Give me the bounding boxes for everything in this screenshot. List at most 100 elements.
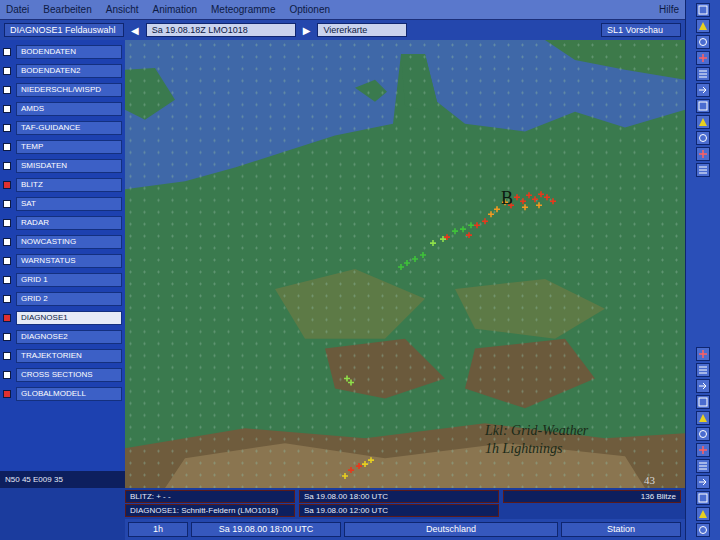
layer-row[interactable]: AMDS <box>3 100 122 117</box>
layer-label[interactable]: NOWCASTING <box>16 235 122 249</box>
tool-icon[interactable] <box>696 163 710 177</box>
layer-label[interactable]: RADAR <box>16 216 122 230</box>
tool-icon[interactable] <box>696 19 710 33</box>
layer-row[interactable]: NOWCASTING <box>3 233 122 250</box>
tool-icon[interactable] <box>696 347 710 361</box>
layer-checkbox[interactable] <box>3 162 11 170</box>
tool-icon[interactable] <box>696 459 710 473</box>
layer-checkbox[interactable] <box>3 257 11 265</box>
layer-label[interactable]: SAT <box>16 197 122 211</box>
layer-checkbox[interactable] <box>3 86 11 94</box>
tool-icon[interactable] <box>696 147 710 161</box>
tool-icon[interactable] <box>696 51 710 65</box>
preview-field[interactable]: SL1 Vorschau <box>601 23 681 37</box>
page-number: 43 <box>644 474 655 486</box>
layer-checkbox[interactable] <box>3 181 11 189</box>
layer-row[interactable]: TAF-GUIDANCE <box>3 119 122 136</box>
layer-label[interactable]: SMISDATEN <box>16 159 122 173</box>
tool-icon[interactable] <box>696 523 710 537</box>
menu-item[interactable]: Meteogramme <box>211 4 275 15</box>
layer-checkbox[interactable] <box>3 314 11 322</box>
layer-row[interactable]: CROSS SECTIONS <box>3 366 122 383</box>
help-menu[interactable]: Hilfe <box>659 4 679 15</box>
tool-icon[interactable] <box>696 427 710 441</box>
layer-label[interactable]: GLOBALMODELL <box>16 387 122 401</box>
tool-icon[interactable] <box>696 491 710 505</box>
layer-row[interactable]: SMISDATEN <box>3 157 122 174</box>
layer-row[interactable]: GRID 1 <box>3 271 122 288</box>
tool-icon[interactable] <box>696 507 710 521</box>
layer-checkbox[interactable] <box>3 333 11 341</box>
layer-row[interactable]: NIEDERSCHL/WISPD <box>3 81 122 98</box>
layer-checkbox[interactable] <box>3 219 11 227</box>
tool-icon[interactable] <box>696 67 710 81</box>
layer-label[interactable]: BODENDATEN <box>16 45 122 59</box>
layer-row[interactable]: BODENDATEN <box>3 43 122 60</box>
layer-checkbox[interactable] <box>3 200 11 208</box>
layer-row[interactable]: WARNSTATUS <box>3 252 122 269</box>
layer-label[interactable]: BODENDATEN2 <box>16 64 122 78</box>
layer-checkbox[interactable] <box>3 67 11 75</box>
tool-icon[interactable] <box>696 363 710 377</box>
field-button[interactable]: DIAGNOSE1 Feldauswahl <box>4 23 124 37</box>
menu-item[interactable]: Animation <box>153 4 197 15</box>
time-field[interactable]: Sa 19.08.18Z LMO1018 <box>146 23 296 37</box>
layer-label[interactable]: NIEDERSCHL/WISPD <box>16 83 122 97</box>
layer-label[interactable]: BLITZ <box>16 178 122 192</box>
layer-row[interactable]: SAT <box>3 195 122 212</box>
layer-checkbox[interactable] <box>3 276 11 284</box>
layer-row[interactable]: TRAJEKTORIEN <box>3 347 122 364</box>
region-field[interactable]: Deutschland <box>344 522 558 537</box>
layer-checkbox[interactable] <box>3 48 11 56</box>
layer-label[interactable]: DIAGNOSE2 <box>16 330 122 344</box>
menu-item[interactable]: Ansicht <box>106 4 139 15</box>
tool-icon[interactable] <box>696 3 710 17</box>
layer-label[interactable]: CROSS SECTIONS <box>16 368 122 382</box>
layer-checkbox[interactable] <box>3 390 11 398</box>
layer-row[interactable]: DIAGNOSE2 <box>3 328 122 345</box>
tool-icon[interactable] <box>696 475 710 489</box>
layer-checkbox[interactable] <box>3 143 11 151</box>
layer-row[interactable]: GLOBALMODELL <box>3 385 122 402</box>
tool-icon[interactable] <box>696 443 710 457</box>
menu-item[interactable]: Bearbeiten <box>43 4 91 15</box>
menu-item[interactable]: Datei <box>6 4 29 15</box>
map-canvas[interactable] <box>125 40 685 488</box>
layer-row[interactable]: GRID 2 <box>3 290 122 307</box>
tool-icon[interactable] <box>696 83 710 97</box>
prev-button[interactable]: ◀ <box>128 25 142 36</box>
layer-label[interactable]: AMDS <box>16 102 122 116</box>
layer-checkbox[interactable] <box>3 105 11 113</box>
next-button[interactable]: ▶ <box>300 25 314 36</box>
layer-row[interactable]: TEMP <box>3 138 122 155</box>
tool-icon[interactable] <box>696 115 710 129</box>
menu-item[interactable]: Optionen <box>289 4 330 15</box>
layer-row[interactable]: DIAGNOSE1 <box>3 309 122 326</box>
tool-icon[interactable] <box>696 131 710 145</box>
layer-checkbox[interactable] <box>3 295 11 303</box>
layer-label[interactable]: TEMP <box>16 140 122 154</box>
tool-icon[interactable] <box>696 395 710 409</box>
tool-icon[interactable] <box>696 411 710 425</box>
layer-checkbox[interactable] <box>3 371 11 379</box>
layer-checkbox[interactable] <box>3 352 11 360</box>
mode-field[interactable]: Station <box>561 522 681 537</box>
layer-label[interactable]: DIAGNOSE1 <box>16 311 122 325</box>
map-area[interactable]: BLkl: Grid-Weather1h Lightnings43 <box>125 40 685 488</box>
layer-checkbox[interactable] <box>3 124 11 132</box>
layer-label[interactable]: GRID 2 <box>16 292 122 306</box>
view-field[interactable]: Viererkarte <box>317 23 407 37</box>
time-field[interactable]: Sa 19.08.00 18:00 UTC <box>191 522 341 537</box>
layer-row[interactable]: RADAR <box>3 214 122 231</box>
layer-label[interactable]: TRAJEKTORIEN <box>16 349 122 363</box>
interval-field[interactable]: 1h <box>128 522 188 537</box>
layer-label[interactable]: WARNSTATUS <box>16 254 122 268</box>
layer-row[interactable]: BLITZ <box>3 176 122 193</box>
layer-checkbox[interactable] <box>3 238 11 246</box>
tool-icon[interactable] <box>696 35 710 49</box>
layer-label[interactable]: TAF-GUIDANCE <box>16 121 122 135</box>
tool-icon[interactable] <box>696 99 710 113</box>
layer-label[interactable]: GRID 1 <box>16 273 122 287</box>
layer-row[interactable]: BODENDATEN2 <box>3 62 122 79</box>
tool-icon[interactable] <box>696 379 710 393</box>
